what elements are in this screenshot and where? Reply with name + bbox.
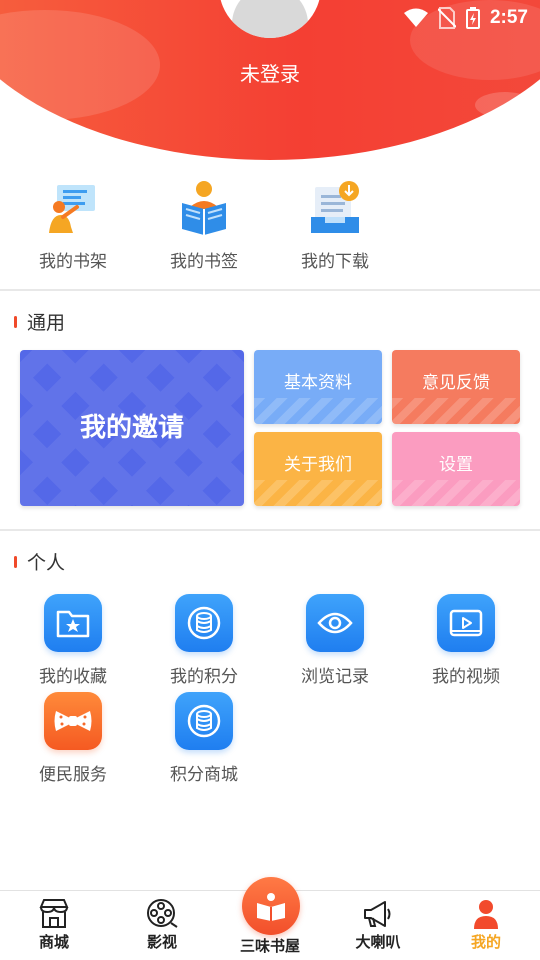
tile-pattern <box>254 480 382 506</box>
status-bar: 2:57 <box>403 6 528 30</box>
reading-book-icon <box>257 893 285 921</box>
personal-item-label: 积分商城 <box>170 765 238 785</box>
coins-mall-icon <box>175 692 233 750</box>
user-icon <box>469 897 503 931</box>
favorites-folder-icon <box>44 594 102 652</box>
shortcut-label: 我的书签 <box>170 252 238 272</box>
nav-speaker[interactable]: 大喇叭 <box>338 897 418 952</box>
section-title-text: 个人 <box>27 552 66 574</box>
shortcut-label: 我的书架 <box>39 252 107 272</box>
section-title-personal: 个人 <box>14 548 65 575</box>
nav-label: 三味书屋 <box>239 937 300 955</box>
battery-charging-icon <box>465 7 480 29</box>
section-title-text: 通用 <box>27 312 66 334</box>
login-status-text[interactable]: 未登录 <box>0 58 540 87</box>
eye-icon <box>306 594 364 652</box>
personal-item-points[interactable]: 我的积分 <box>149 594 259 687</box>
bookmark-icon <box>174 177 234 237</box>
personal-item-label: 我的积分 <box>170 667 238 687</box>
nav-label: 商城 <box>38 933 69 951</box>
personal-item-label: 浏览记录 <box>301 667 369 687</box>
tile-pattern <box>254 398 382 424</box>
invite-tile[interactable]: 我的邀请 <box>20 350 244 506</box>
download-icon <box>305 177 365 237</box>
shortcut-bookshelf[interactable]: 我的书架 <box>18 172 128 272</box>
nav-mine[interactable]: 我的 <box>446 897 526 952</box>
avatar[interactable] <box>219 0 321 38</box>
personal-item-label: 便民服务 <box>39 765 107 785</box>
personal-item-label: 我的收藏 <box>39 667 107 687</box>
tile-pattern <box>392 398 520 424</box>
section-marker <box>14 555 17 568</box>
shortcut-bookmark[interactable]: 我的书签 <box>149 172 259 272</box>
personal-item-videos[interactable]: 我的视频 <box>411 594 521 687</box>
personal-item-favorites[interactable]: 我的收藏 <box>18 594 128 687</box>
wifi-icon <box>403 8 428 27</box>
feedback-tile[interactable]: 意见反馈 <box>392 350 520 424</box>
nav-label: 我的 <box>470 933 501 951</box>
section-divider <box>0 529 540 531</box>
settings-tile[interactable]: 设置 <box>392 432 520 506</box>
personal-item-mall[interactable]: 积分商城 <box>149 692 259 785</box>
basic-info-label: 基本资料 <box>284 373 352 393</box>
shortcut-row: 我的书架 我的书签 我的下载 <box>0 172 400 282</box>
basic-info-tile[interactable]: 基本资料 <box>254 350 382 424</box>
bow-tie-icon <box>44 692 102 750</box>
settings-label: 设置 <box>439 455 473 475</box>
bookshelf-icon <box>43 177 103 237</box>
section-divider <box>0 289 540 291</box>
avatar-body-shape <box>232 0 308 38</box>
shortcut-label: 我的下载 <box>301 252 369 272</box>
invite-label: 我的邀请 <box>79 413 184 443</box>
personal-item-label: 我的视频 <box>432 667 500 687</box>
nav-label: 影视 <box>146 933 177 951</box>
nav-store[interactable]: 商城 <box>14 897 94 952</box>
points-coins-icon <box>175 594 233 652</box>
personal-item-history[interactable]: 浏览记录 <box>280 594 390 687</box>
film-reel-icon <box>145 897 179 931</box>
header-decoration <box>475 92 535 118</box>
megaphone-icon <box>361 897 395 931</box>
about-us-tile[interactable]: 关于我们 <box>254 432 382 506</box>
tile-pattern <box>392 480 520 506</box>
shortcut-download[interactable]: 我的下载 <box>280 172 390 272</box>
no-sim-icon <box>437 7 456 29</box>
section-marker <box>14 315 17 328</box>
feedback-label: 意见反馈 <box>422 373 490 393</box>
bookstore-button[interactable] <box>242 877 300 935</box>
nav-video[interactable]: 影视 <box>122 897 202 952</box>
section-title-general: 通用 <box>14 308 65 335</box>
nav-bookstore-label-wrap[interactable]: 三味书屋 <box>230 935 310 956</box>
video-play-icon <box>437 594 495 652</box>
personal-item-services[interactable]: 便民服务 <box>18 692 128 785</box>
nav-label: 大喇叭 <box>355 933 401 951</box>
about-us-label: 关于我们 <box>284 455 352 475</box>
status-time: 2:57 <box>489 7 528 28</box>
profile-header: 未登录 2:57 <box>0 0 540 162</box>
store-icon <box>37 897 71 931</box>
